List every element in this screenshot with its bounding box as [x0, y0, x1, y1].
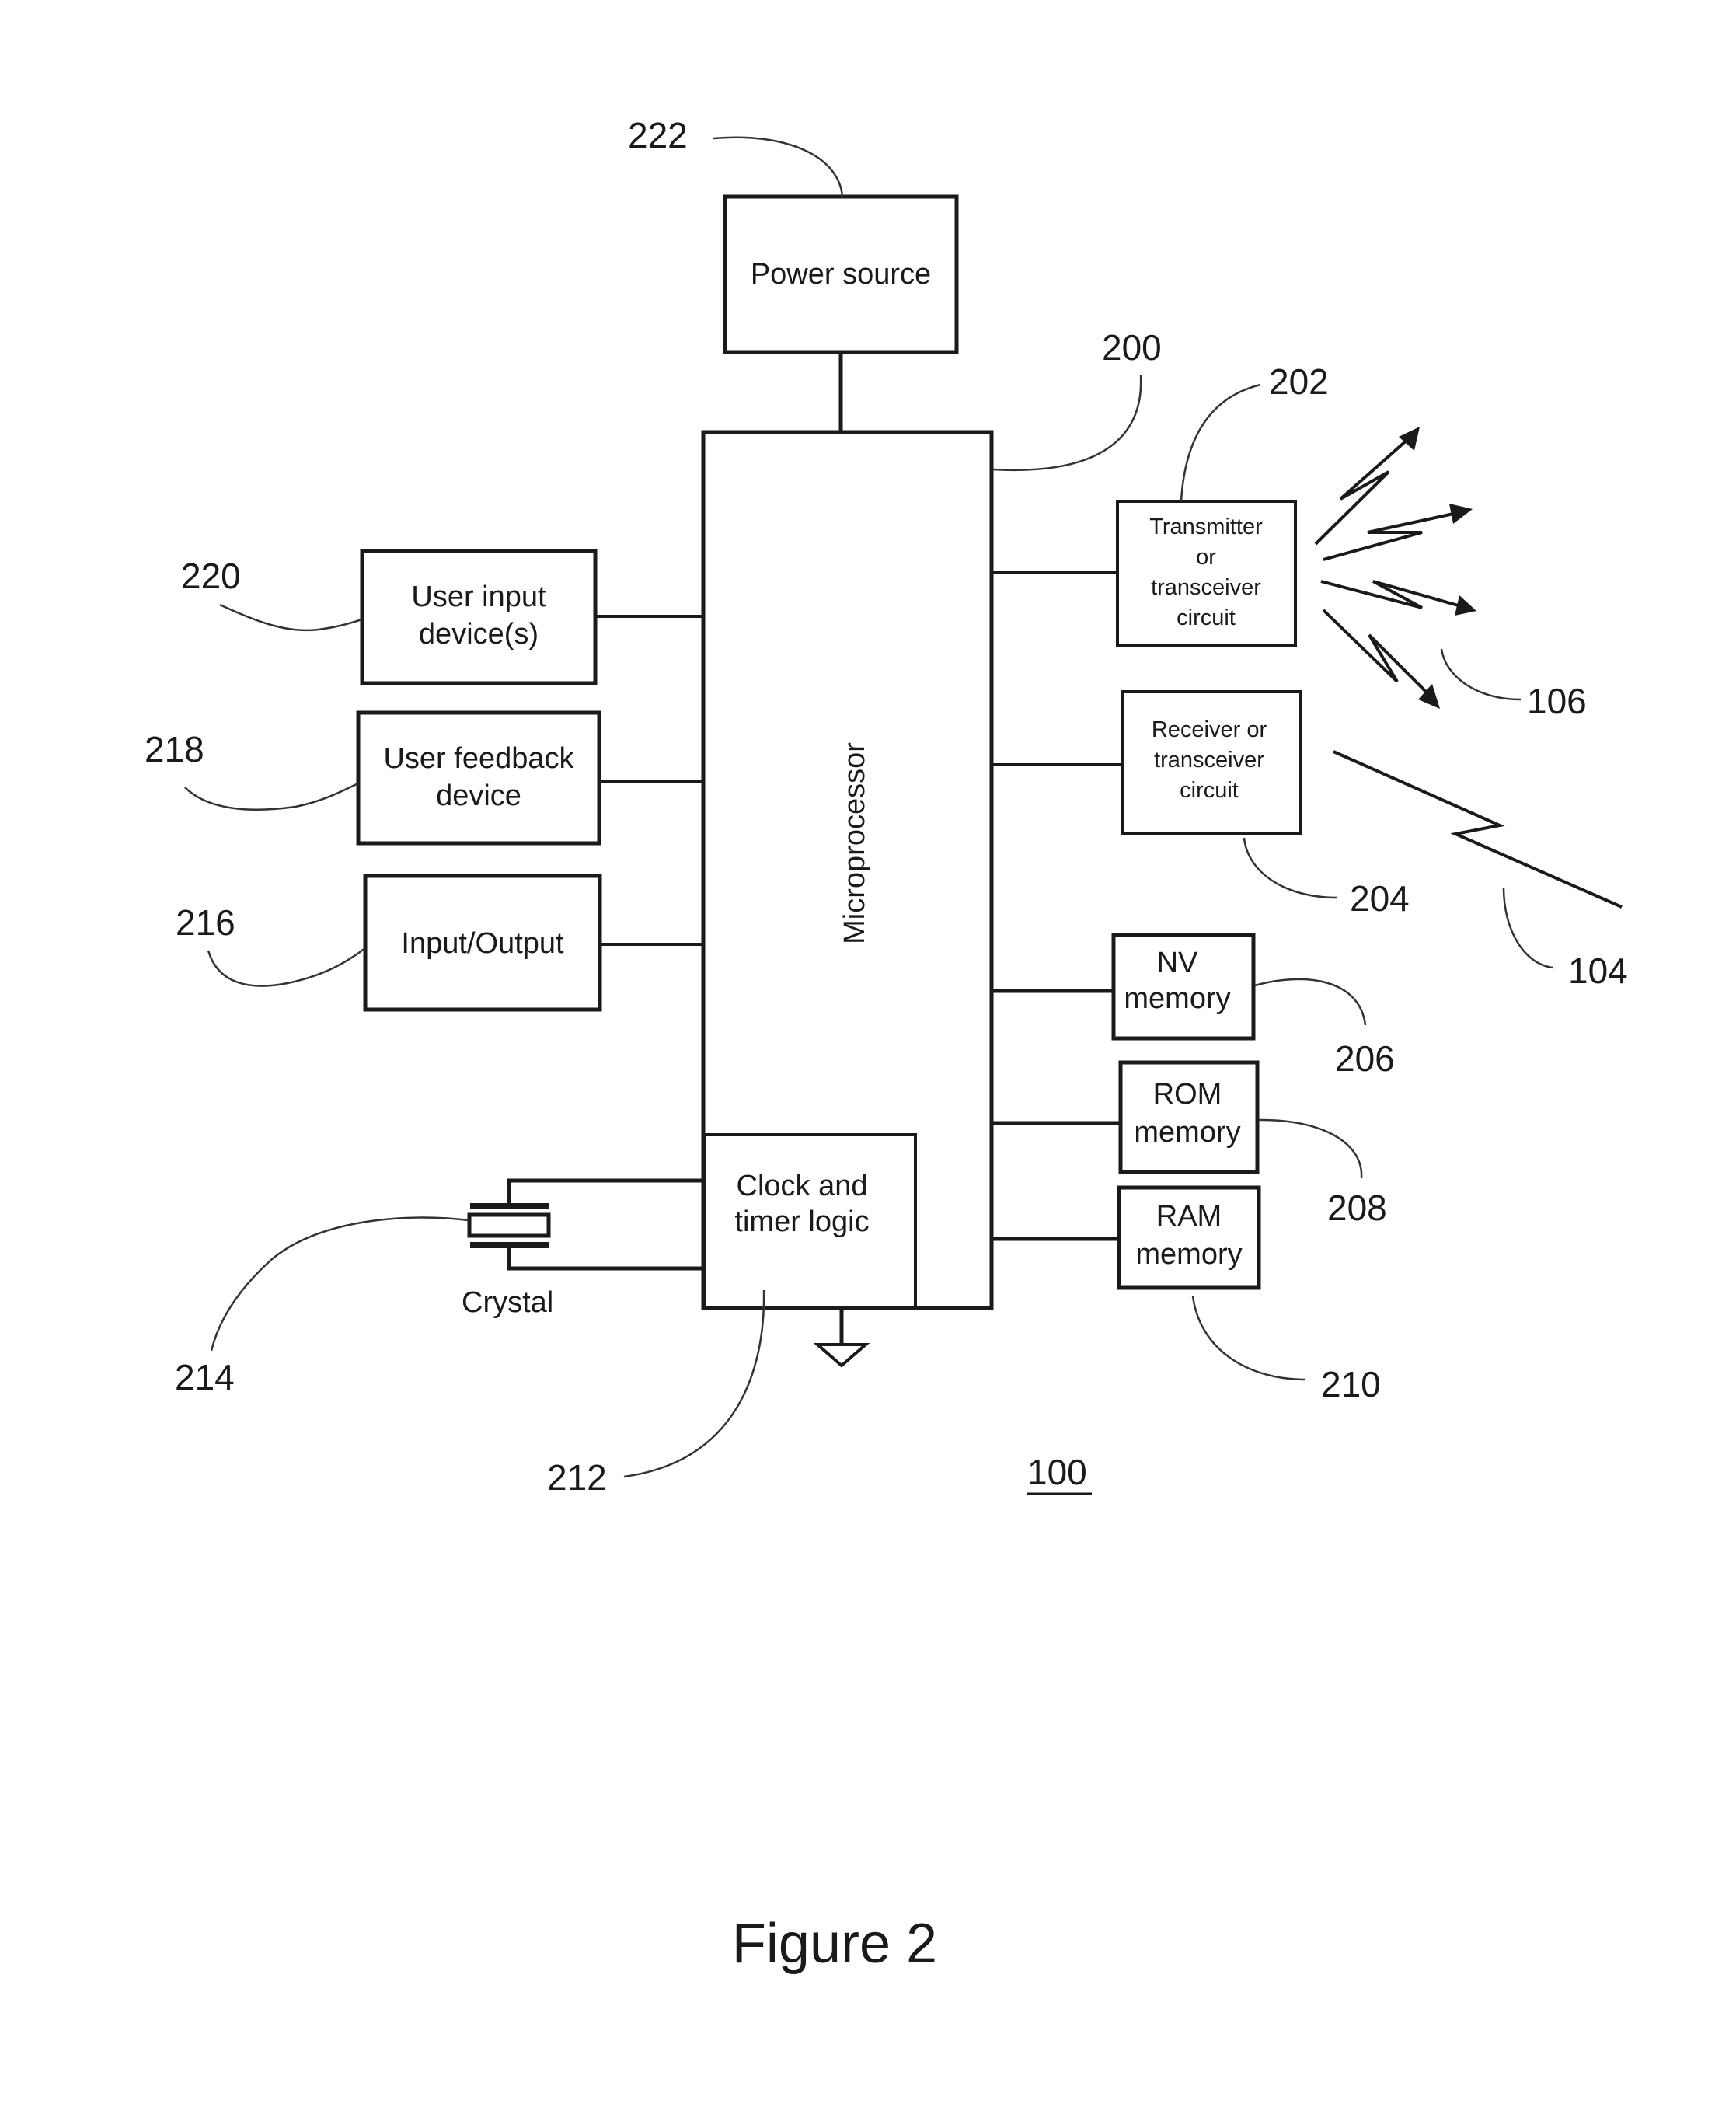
transmitter-label-line-3: transceiver	[1151, 575, 1261, 600]
user-feedback-label-line-1: User feedback	[383, 742, 574, 775]
ref-222-leader	[713, 136, 844, 197]
ref-212-leader	[623, 1289, 765, 1478]
block-diagram: Power source 222 Microprocessor 200 Cloc…	[145, 115, 1628, 1975]
receiver-label-line-2: transceiver	[1154, 748, 1264, 773]
user-feedback-box	[356, 710, 601, 846]
transmitted-signal-arrows	[1314, 427, 1476, 709]
figure-caption: Figure 2	[732, 1913, 937, 1975]
user-input-label-line-1: User input	[411, 581, 546, 613]
ref-208: 208	[1327, 1188, 1387, 1228]
rom-memory-label-line-1: ROM	[1153, 1078, 1222, 1111]
ref-204: 204	[1350, 878, 1410, 919]
ref-200-leader	[992, 375, 1142, 472]
power-source-label: Power source	[751, 258, 931, 291]
ram-memory-label-line-2: memory	[1135, 1238, 1242, 1271]
crystal-component: Crystal	[462, 1178, 705, 1319]
input-output-label: Input/Output	[401, 927, 564, 960]
ground-symbol-icon	[813, 1308, 870, 1368]
ref-212: 212	[547, 1457, 607, 1498]
ref-106-leader	[1440, 648, 1522, 701]
user-input-label-line-2: device(s)	[419, 618, 539, 651]
ram-memory-label-line-1: RAM	[1156, 1200, 1222, 1233]
ref-104: 104	[1568, 951, 1628, 991]
device-ref-100: 100	[1027, 1452, 1087, 1492]
ref-104-leader	[1502, 887, 1553, 969]
user-feedback-block: User feedback device	[356, 710, 601, 846]
user-input-box	[360, 549, 598, 685]
crystal-body-icon	[467, 1212, 551, 1238]
transmitter-label-line-4: circuit	[1177, 605, 1236, 630]
ref-208-leader	[1258, 1118, 1363, 1179]
ref-210-leader	[1191, 1296, 1306, 1381]
nv-memory-label-line-1: NV	[1157, 947, 1198, 979]
crystal-wire-top	[507, 1178, 705, 1206]
rom-memory-block: ROM memory	[1118, 1060, 1260, 1174]
transmit-arrow-3	[1320, 580, 1476, 616]
ref-220: 220	[181, 556, 241, 596]
microprocessor-label: Microprocessor	[838, 742, 871, 944]
ref-202-leader	[1180, 383, 1261, 502]
ram-memory-block: RAM memory	[1117, 1185, 1261, 1290]
clock-timer-block: Clock and timer logic	[703, 1133, 917, 1310]
ref-222: 222	[628, 115, 688, 155]
crystal-wire-bottom	[507, 1245, 705, 1271]
ref-200: 200	[1102, 327, 1162, 368]
rom-memory-label-line-2: memory	[1134, 1116, 1240, 1149]
transmit-arrow-1	[1314, 427, 1420, 546]
crystal-label: Crystal	[462, 1286, 553, 1319]
receiver-block: Receiver or transceiver circuit	[1121, 690, 1302, 835]
receiver-label-line-3: circuit	[1180, 778, 1239, 803]
input-output-block: Input/Output	[363, 874, 602, 1012]
ref-202: 202	[1269, 361, 1329, 402]
clock-timer-label-line-2: timer logic	[734, 1205, 869, 1238]
user-feedback-label-line-2: device	[436, 780, 521, 812]
nv-memory-block: NV memory	[1111, 933, 1256, 1041]
power-source-block: Power source	[723, 194, 959, 354]
ref-106: 106	[1527, 681, 1587, 721]
ref-216-leader	[207, 947, 366, 987]
ref-210: 210	[1321, 1364, 1381, 1404]
ref-204-leader	[1243, 837, 1338, 899]
clock-timer-label-line-1: Clock and	[737, 1170, 868, 1202]
ref-218-leader	[184, 782, 359, 811]
ref-216: 216	[176, 902, 235, 943]
transmitter-label-line-2: or	[1196, 545, 1216, 570]
ref-214: 214	[175, 1357, 235, 1397]
transmitter-label-line-1: Transmitter	[1149, 515, 1263, 539]
transmitter-block: Transmitter or transceiver circuit	[1116, 500, 1297, 647]
ref-220-leader	[219, 603, 363, 632]
ref-218: 218	[145, 729, 204, 769]
ref-206-leader	[1254, 978, 1367, 1026]
nv-memory-label-line-2: memory	[1124, 982, 1230, 1015]
receiver-label-line-1: Receiver or	[1152, 717, 1267, 742]
ref-206: 206	[1335, 1038, 1395, 1079]
user-input-block: User input device(s)	[360, 549, 598, 685]
ref-214-leader	[210, 1216, 469, 1352]
transmit-arrow-4	[1322, 609, 1440, 709]
